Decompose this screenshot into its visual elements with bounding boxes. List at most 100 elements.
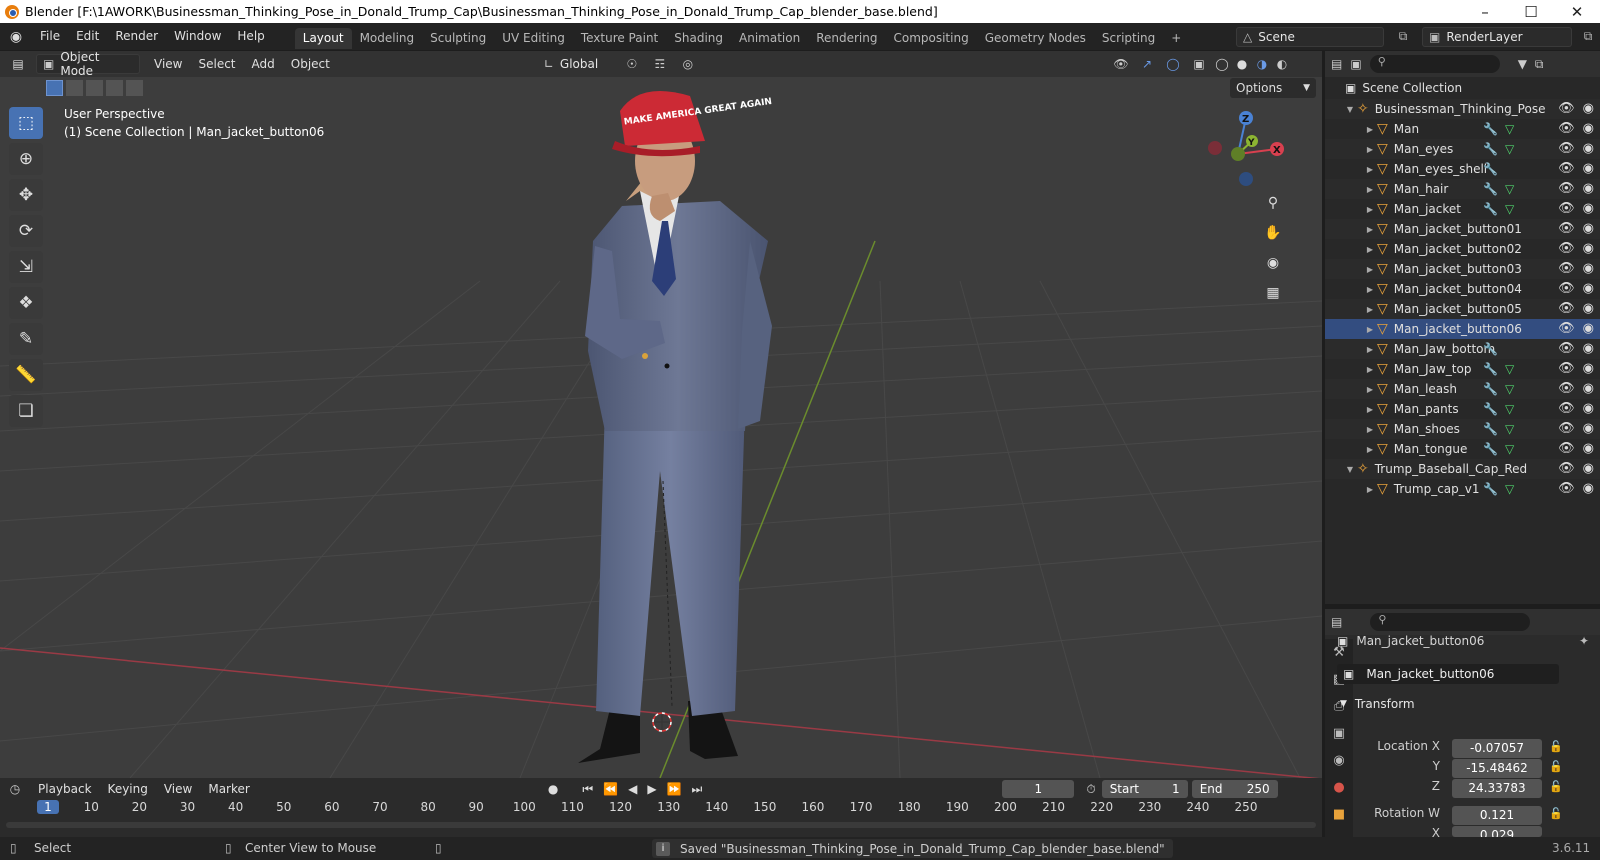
expand-right-icon[interactable]: ▶: [1365, 245, 1375, 254]
mesh-data-icon[interactable]: ▽: [1505, 182, 1514, 196]
snap-icon[interactable]: ☶: [646, 57, 674, 71]
expand-right-icon[interactable]: ▶: [1365, 125, 1375, 134]
eye-icon[interactable]: 👁: [1558, 481, 1575, 496]
prev-keyframe-icon[interactable]: ⏪: [603, 782, 618, 796]
camera-render-icon[interactable]: ◉: [1583, 361, 1594, 376]
mesh-data-icon[interactable]: ▽: [1505, 202, 1514, 216]
eye-icon[interactable]: 👁: [1558, 121, 1575, 136]
eye-icon[interactable]: 👁: [1558, 361, 1575, 376]
menu-window[interactable]: Window: [166, 23, 229, 50]
expand-right-icon[interactable]: ▶: [1365, 305, 1375, 314]
select-new-icon[interactable]: [46, 80, 63, 96]
menu-file[interactable]: File: [32, 23, 68, 50]
menu-render[interactable]: Render: [107, 23, 166, 50]
outliner-row[interactable]: ▶ ▽ Man_jacket_button04 👁 ◉: [1325, 279, 1600, 299]
close-button[interactable]: ✕: [1554, 3, 1600, 21]
tab-animation[interactable]: Animation: [731, 28, 808, 49]
tab-rendering[interactable]: Rendering: [808, 28, 885, 49]
blender-menu-icon[interactable]: ◉: [0, 29, 32, 45]
expand-right-icon[interactable]: ▶: [1365, 205, 1375, 214]
camera-render-icon[interactable]: ◉: [1583, 121, 1594, 136]
move-tool-icon[interactable]: ✥: [9, 179, 43, 211]
expand-right-icon[interactable]: ▶: [1365, 185, 1375, 194]
select-extend-icon[interactable]: [66, 80, 83, 96]
eye-icon[interactable]: 👁: [1558, 101, 1575, 116]
rotation-x-field[interactable]: 0.029: [1452, 826, 1542, 837]
modifier-wrench-icon[interactable]: 🔧: [1483, 342, 1498, 356]
tab-shading[interactable]: Shading: [666, 28, 731, 49]
outliner-row[interactable]: ▶ ▽ Man 🔧 ▽ 👁 ◉: [1325, 119, 1600, 139]
modifier-wrench-icon[interactable]: 🔧: [1483, 362, 1498, 376]
transform-tool-icon[interactable]: ❖: [9, 287, 43, 319]
play-reverse-icon[interactable]: ◀: [628, 782, 637, 796]
location-x-field[interactable]: -0.07057: [1452, 739, 1542, 758]
mode-selector[interactable]: ▣ Object Mode: [36, 50, 140, 78]
select-intersect-icon[interactable]: [126, 80, 143, 96]
timeline-scrollbar[interactable]: [6, 822, 1316, 828]
view-layer-tab-icon[interactable]: ▣: [1325, 720, 1353, 747]
camera-render-icon[interactable]: ◉: [1583, 101, 1594, 116]
outliner-row[interactable]: ▶ ▽ Man_jacket 🔧 ▽ 👁 ◉: [1325, 199, 1600, 219]
eye-icon[interactable]: 👁: [1558, 321, 1575, 336]
outliner-row[interactable]: ▼ ✧ Businessman_Thinking_Pose 👁 ◉: [1325, 99, 1600, 119]
outliner-row[interactable]: ▶ ▽ Man_eyes_shell 🔧 👁 ◉: [1325, 159, 1600, 179]
outliner-row[interactable]: ▶ ▽ Man_eyes 🔧 ▽ 👁 ◉: [1325, 139, 1600, 159]
mesh-data-icon[interactable]: ▽: [1505, 482, 1514, 496]
editor-type-icon[interactable]: ▤: [0, 57, 36, 71]
modifier-wrench-icon[interactable]: 🔧: [1483, 142, 1498, 156]
mesh-data-icon[interactable]: ▽: [1505, 362, 1514, 376]
tab-scripting[interactable]: Scripting: [1094, 28, 1163, 49]
tab-compositing[interactable]: Compositing: [885, 28, 976, 49]
gizmo-toggle-icon[interactable]: ↗: [1134, 57, 1160, 71]
expand-right-icon[interactable]: ▶: [1365, 165, 1375, 174]
add-workspace-button[interactable]: +: [1163, 28, 1189, 49]
eye-icon[interactable]: 👁: [1558, 281, 1575, 296]
xray-icon[interactable]: ▣: [1186, 57, 1212, 71]
mesh-data-icon[interactable]: ▽: [1505, 122, 1514, 136]
outliner-search-input[interactable]: ⚲: [1369, 55, 1500, 73]
select-invert-icon[interactable]: [106, 80, 123, 96]
expand-right-icon[interactable]: ▶: [1365, 425, 1375, 434]
outliner-row[interactable]: ▶ ▽ Man_Jaw_bottom 🔧 👁 ◉: [1325, 339, 1600, 359]
outliner-row[interactable]: ▶ ▽ Man_jacket_button01 👁 ◉: [1325, 219, 1600, 239]
new-scene-icon[interactable]: ⧉: [1388, 29, 1418, 44]
camera-render-icon[interactable]: ◉: [1583, 441, 1594, 456]
measure-tool-icon[interactable]: 📏: [9, 359, 43, 391]
frame-ruler[interactable]: 1 10 20 30 40 50 60 70 80 90 100 110 120 130 140 150 160…: [0, 796, 1322, 818]
3d-viewport[interactable]: MAKE AMERICA GREAT AGAIN Z Y X User Pers…: [0, 51, 1322, 778]
annotate-tool-icon[interactable]: ✎: [9, 323, 43, 355]
menu-edit[interactable]: Edit: [68, 23, 107, 50]
expand-right-icon[interactable]: ▶: [1365, 225, 1375, 234]
menu-help[interactable]: Help: [229, 23, 272, 50]
expand-right-icon[interactable]: ▶: [1365, 325, 1375, 334]
outliner-row[interactable]: ▶ ▽ Man_hair 🔧 ▽ 👁 ◉: [1325, 179, 1600, 199]
pivot-icon[interactable]: ☉: [618, 57, 646, 71]
expand-right-icon[interactable]: ▶: [1365, 405, 1375, 414]
location-y-field[interactable]: -15.48462: [1452, 759, 1542, 778]
filter-icon[interactable]: ▼: [1518, 57, 1527, 71]
modifier-wrench-icon[interactable]: 🔧: [1483, 442, 1498, 456]
modifier-wrench-icon[interactable]: 🔧: [1483, 422, 1498, 436]
tab-modeling[interactable]: Modeling: [352, 28, 423, 49]
camera-render-icon[interactable]: ◉: [1583, 241, 1594, 256]
tab-layout[interactable]: Layout: [294, 27, 352, 49]
outliner-row[interactable]: ▶ ▽ Man_pants 🔧 ▽ 👁 ◉: [1325, 399, 1600, 419]
timeline-editor-icon[interactable]: ◷: [0, 782, 30, 796]
playhead-frame[interactable]: 1: [37, 800, 59, 814]
eye-icon[interactable]: 👁: [1558, 341, 1575, 356]
outliner-row[interactable]: ▶ ▽ Man_shoes 🔧 ▽ 👁 ◉: [1325, 419, 1600, 439]
pan-hand-icon[interactable]: ✋: [1260, 220, 1286, 246]
camera-render-icon[interactable]: ◉: [1583, 401, 1594, 416]
expand-right-icon[interactable]: ▶: [1365, 385, 1375, 394]
viewport-menu-object[interactable]: Object: [283, 57, 338, 71]
outliner-editor-icon[interactable]: ▤: [1331, 57, 1342, 71]
modifier-wrench-icon[interactable]: 🔧: [1483, 402, 1498, 416]
expand-right-icon[interactable]: ▶: [1365, 345, 1375, 354]
proportional-edit-icon[interactable]: ◎: [674, 57, 702, 71]
new-view-layer-icon[interactable]: ⧉: [1576, 29, 1600, 44]
rendered-shading-icon[interactable]: ◐: [1272, 57, 1292, 71]
camera-render-icon[interactable]: ◉: [1583, 461, 1594, 476]
camera-render-icon[interactable]: ◉: [1583, 481, 1594, 496]
camera-render-icon[interactable]: ◉: [1583, 141, 1594, 156]
expand-right-icon[interactable]: ▶: [1365, 285, 1375, 294]
